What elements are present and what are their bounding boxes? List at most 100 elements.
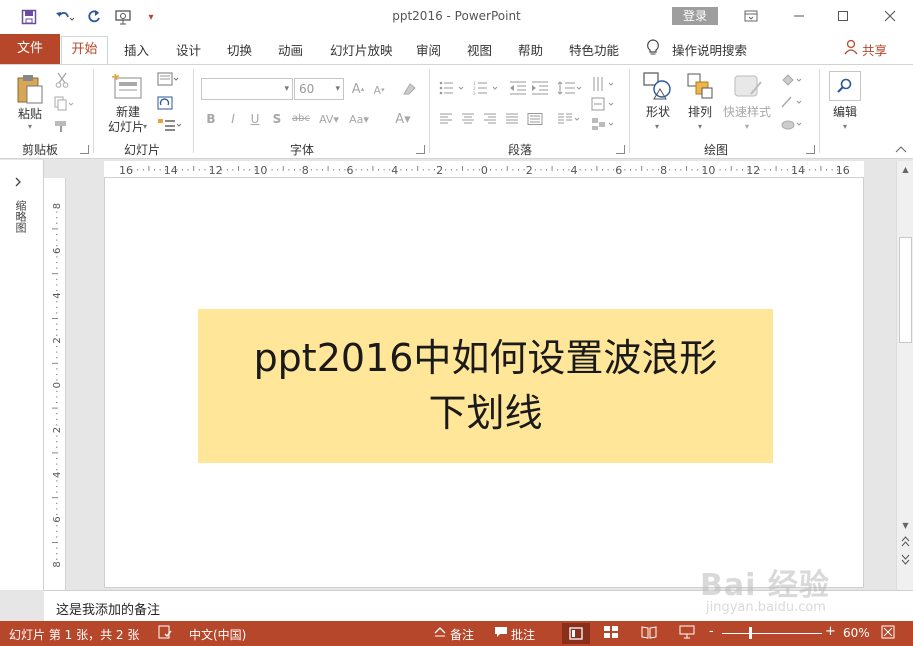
decrease-font-size-icon[interactable]: A ▾ [372, 82, 386, 98]
maximize-icon[interactable] [832, 5, 854, 27]
reading-view-icon[interactable] [641, 625, 657, 642]
text-direction-icon[interactable] [590, 75, 618, 93]
tab-home[interactable]: 开始 [61, 36, 108, 65]
notes-text[interactable]: 这是我添加的备注 [56, 599, 160, 618]
quick-styles-dropdown-icon[interactable]: ▾ [742, 122, 752, 132]
font-color-icon[interactable]: A▾ [390, 110, 416, 128]
align-left-icon[interactable] [438, 111, 454, 127]
paste-dropdown-icon[interactable]: ▾ [24, 123, 36, 131]
zoom-out-button[interactable]: - [709, 624, 714, 639]
notes-button[interactable]: 备注 [450, 626, 474, 643]
slide-sorter-view-icon[interactable] [603, 625, 619, 642]
tab-design[interactable]: 设计 [176, 40, 201, 59]
numbering-icon[interactable]: 123 [472, 79, 502, 97]
tab-view[interactable]: 视图 [467, 40, 492, 59]
zoom-slider[interactable] [722, 633, 822, 634]
thumbnail-pane-label[interactable]: 缩略图 [12, 200, 28, 233]
slideshow-view-icon[interactable] [679, 625, 695, 642]
paste-icon[interactable] [14, 73, 46, 105]
strikethrough-icon[interactable]: abc [290, 111, 312, 127]
font-launcher-icon[interactable] [416, 145, 425, 154]
close-icon[interactable] [879, 5, 901, 27]
expand-pane-icon[interactable] [14, 176, 22, 190]
next-slide-icon[interactable] [899, 553, 912, 566]
tab-transitions[interactable]: 切换 [227, 40, 252, 59]
tab-file[interactable]: 文件 [0, 34, 60, 64]
bullets-icon[interactable] [438, 79, 468, 97]
comments-button[interactable]: 批注 [511, 626, 535, 643]
section-icon[interactable] [156, 117, 182, 133]
text-shadow-icon[interactable]: S [270, 111, 284, 127]
drawing-launcher-icon[interactable] [806, 145, 815, 154]
shapes-label[interactable]: 形状 [641, 105, 675, 120]
tab-insert[interactable]: 插入 [124, 40, 149, 59]
tab-slideshow[interactable]: 幻灯片放映 [330, 40, 393, 59]
share-button[interactable]: 共享 [862, 40, 887, 59]
copy-icon[interactable] [52, 95, 76, 113]
shape-fill-icon[interactable] [778, 71, 806, 89]
align-right-icon[interactable] [482, 111, 498, 127]
tab-help[interactable]: 帮助 [518, 40, 543, 59]
minimize-icon[interactable] [788, 5, 810, 27]
shape-effects-icon[interactable] [778, 115, 806, 133]
normal-view-button[interactable] [562, 623, 590, 644]
character-spacing-icon[interactable]: AV▾ [314, 110, 344, 128]
new-slide-label-line1[interactable]: 新建 [106, 105, 150, 120]
scroll-down-icon[interactable]: ▼ [899, 519, 912, 532]
clear-formatting-icon[interactable] [400, 81, 418, 97]
language-indicator[interactable]: 中文(中国) [189, 626, 246, 643]
decrease-indent-icon[interactable] [508, 79, 528, 97]
quick-styles-icon[interactable] [730, 71, 764, 101]
slide-canvas[interactable]: ppt2016中如何设置波浪形 下划线 [104, 178, 864, 588]
comments-icon[interactable] [494, 625, 508, 642]
find-icon[interactable] [829, 71, 861, 101]
arrange-icon[interactable] [685, 71, 715, 101]
new-slide-dropdown-icon[interactable]: ▾ [140, 122, 150, 132]
increase-font-size-icon[interactable]: A ▴ [350, 81, 366, 97]
previous-slide-icon[interactable] [899, 535, 912, 548]
shapes-dropdown-icon[interactable]: ▾ [652, 122, 662, 132]
new-slide-icon[interactable] [110, 71, 144, 103]
font-size-combo[interactable]: 60 ▾ [294, 78, 344, 100]
notes-icon[interactable] [433, 625, 447, 642]
tell-me-search[interactable]: 操作说明搜索 [672, 40, 747, 59]
ribbon-display-options-icon[interactable] [740, 5, 762, 27]
change-case-icon[interactable]: Aa▾ [346, 111, 372, 127]
zoom-in-button[interactable]: + [825, 624, 836, 639]
arrange-dropdown-icon[interactable]: ▾ [695, 122, 705, 132]
tab-animations[interactable]: 动画 [278, 40, 303, 59]
tab-special[interactable]: 特色功能 [569, 40, 619, 59]
smartart-icon[interactable] [590, 115, 618, 133]
spelling-check-icon[interactable] [158, 625, 172, 642]
underline-icon[interactable]: U [248, 111, 262, 127]
align-center-icon[interactable] [460, 111, 476, 127]
align-text-icon[interactable] [590, 95, 618, 113]
fit-to-window-icon[interactable] [881, 625, 895, 642]
distributed-icon[interactable] [526, 111, 544, 127]
arrange-label[interactable]: 排列 [684, 105, 716, 120]
bold-icon[interactable]: B [204, 111, 218, 127]
tab-review[interactable]: 审阅 [416, 40, 441, 59]
zoom-slider-thumb[interactable] [749, 627, 752, 639]
shapes-icon[interactable] [641, 71, 675, 101]
quick-styles-label[interactable]: 快速样式 [720, 105, 774, 120]
scrollbar-thumb[interactable] [899, 237, 912, 343]
login-button[interactable]: 登录 [672, 7, 718, 25]
justify-icon[interactable] [504, 111, 520, 127]
editing-dropdown-icon[interactable]: ▾ [840, 122, 850, 132]
scroll-up-icon[interactable]: ▲ [899, 163, 912, 176]
layout-icon[interactable] [156, 71, 180, 87]
shape-outline-icon[interactable] [778, 93, 806, 111]
clipboard-launcher-icon[interactable] [80, 145, 89, 154]
paste-label[interactable]: 粘贴 [14, 107, 46, 122]
title-text[interactable]: ppt2016中如何设置波浪形 下划线 [208, 331, 763, 441]
slide-counter[interactable]: 幻灯片 第 1 张，共 2 张 [9, 626, 139, 643]
columns-icon[interactable] [556, 111, 582, 127]
title-textbox[interactable]: ppt2016中如何设置波浪形 下划线 [198, 309, 773, 463]
cut-icon[interactable] [52, 71, 72, 89]
line-spacing-icon[interactable] [556, 79, 584, 97]
increase-indent-icon[interactable] [530, 79, 550, 97]
font-name-combo[interactable]: ▾ [201, 78, 293, 100]
reset-icon[interactable] [156, 95, 176, 111]
format-painter-icon[interactable] [52, 117, 72, 135]
